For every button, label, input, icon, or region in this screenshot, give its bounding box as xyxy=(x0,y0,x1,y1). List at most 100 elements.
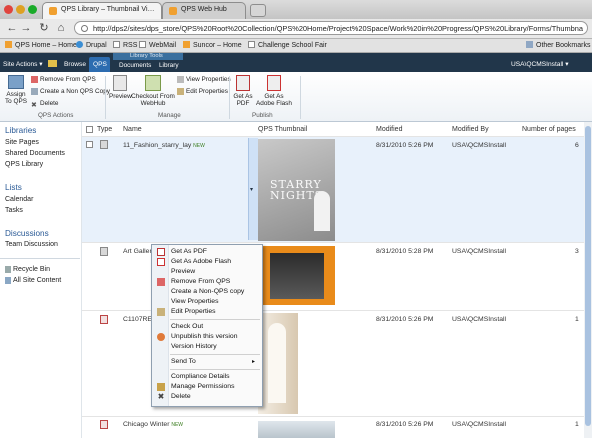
menu-item-unpublish-version[interactable]: Unpublish this version xyxy=(152,332,262,342)
row-name-link[interactable]: Chicago Winter NEW xyxy=(123,421,183,428)
bookmark-suncor[interactable]: Suncor – Home xyxy=(183,41,242,49)
row-name-link[interactable]: 11_Fashion_starry_lay NEW xyxy=(123,142,205,149)
nav-recycle-bin[interactable]: Recycle Bin xyxy=(5,266,50,273)
menu-item-version-history[interactable]: Version History xyxy=(152,342,262,352)
group-label-qps-actions: QPS Actions xyxy=(38,112,74,119)
menu-item-create-non-qps-copy[interactable]: Create a Non-QPS copy xyxy=(152,287,262,297)
assign-icon xyxy=(8,75,24,89)
libraries-heading[interactable]: Libraries xyxy=(5,126,36,135)
nav-shared-documents[interactable]: Shared Documents xyxy=(5,150,65,157)
remove-icon xyxy=(31,76,38,83)
home-icon[interactable]: ⌂ xyxy=(55,22,67,34)
menu-item-preview[interactable]: Preview xyxy=(152,267,262,277)
document-type-icon xyxy=(100,247,108,256)
tab-library[interactable]: Library xyxy=(159,62,179,69)
assign-to-qps-button[interactable]: Assign To QPS xyxy=(3,75,29,105)
nav-calendar[interactable]: Calendar xyxy=(5,196,33,203)
vertical-scrollbar[interactable] xyxy=(584,122,592,438)
bookmark-webmail[interactable]: WebMail xyxy=(139,41,176,49)
tab-documents[interactable]: Documents xyxy=(119,62,151,69)
get-as-pdf-button[interactable]: Get As PDF xyxy=(232,75,254,107)
qps-thumbnail-image[interactable] xyxy=(258,421,335,438)
recycle-bin-icon xyxy=(5,266,11,273)
qps-favicon-icon xyxy=(49,7,57,15)
zoom-window-icon[interactable] xyxy=(28,5,37,14)
menu-item-send-to[interactable]: Send To ▸ xyxy=(152,357,262,367)
menu-item-compliance-details[interactable]: Compliance Details xyxy=(152,372,262,382)
scrollbar-thumb[interactable] xyxy=(585,126,591,426)
row-pages: 1 xyxy=(575,316,579,323)
column-header-pages[interactable]: Number of pages xyxy=(522,126,576,133)
copy-icon xyxy=(31,88,38,95)
browser-tab-active[interactable]: QPS Library – Thumbnail Vi… xyxy=(42,2,162,19)
qps-favicon-icon xyxy=(169,7,177,15)
new-tab-button[interactable] xyxy=(250,4,266,17)
user-menu[interactable]: USA\QCMSInstall ▾ xyxy=(511,60,569,68)
remove-icon xyxy=(157,278,165,286)
delete-button[interactable]: ✖ Delete xyxy=(31,100,58,109)
row-modified-by[interactable]: USA\QCMSInstall xyxy=(452,248,506,255)
nav-team-discussion[interactable]: Team Discussion xyxy=(5,241,58,248)
tab-qps[interactable]: QPS xyxy=(89,57,110,72)
tab-browse[interactable]: Browse xyxy=(64,61,86,68)
back-arrow-icon[interactable]: ← xyxy=(6,22,18,34)
site-actions-menu[interactable]: Site Actions ▾ xyxy=(3,60,43,68)
preview-button[interactable]: Preview xyxy=(109,75,132,100)
qps-thumbnail-image[interactable] xyxy=(258,313,298,414)
pdf-icon xyxy=(157,248,165,256)
nav-site-pages[interactable]: Site Pages xyxy=(5,139,39,146)
menu-item-get-as-pdf[interactable]: Get As PDF xyxy=(152,247,262,257)
menu-item-edit-properties[interactable]: Edit Properties xyxy=(152,307,262,317)
item-context-menu: Get As PDF Get As Adobe Flash Preview Re… xyxy=(151,244,263,407)
get-as-adobe-flash-button[interactable]: Get As Adobe Flash xyxy=(255,75,293,107)
row-modified-by[interactable]: USA\QCMSInstall xyxy=(452,142,506,149)
discussions-heading[interactable]: Discussions xyxy=(5,229,49,238)
other-bookmarks[interactable]: Other Bookmarks xyxy=(526,41,590,49)
browser-tab-inactive[interactable]: QPS Web Hub xyxy=(162,2,246,19)
minimize-window-icon[interactable] xyxy=(16,5,25,14)
menu-item-delete[interactable]: ✖ Delete xyxy=(152,392,262,402)
column-header-type[interactable]: Type xyxy=(97,126,112,133)
remove-from-qps-button[interactable]: Remove From QPS xyxy=(31,76,96,83)
menu-item-get-as-adobe-flash[interactable]: Get As Adobe Flash xyxy=(152,257,262,267)
close-window-icon[interactable] xyxy=(4,5,13,14)
bookmark-drupal[interactable]: Drupal xyxy=(76,41,107,49)
row-modified-by[interactable]: USA\QCMSInstall xyxy=(452,421,506,428)
reload-icon[interactable]: ↻ xyxy=(38,22,50,34)
delete-icon: ✖ xyxy=(157,392,165,401)
nav-qps-library[interactable]: QPS Library xyxy=(5,161,43,168)
edit-control-block[interactable]: ▾ xyxy=(248,138,258,240)
edit-properties-button[interactable]: Edit Properties xyxy=(177,88,228,95)
qps-thumbnail-image[interactable] xyxy=(258,246,335,305)
bookmark-rss[interactable]: RSS xyxy=(113,41,137,49)
thumbnail-arch xyxy=(268,323,286,403)
checkout-from-webhub-button[interactable]: Checkout From WebHub xyxy=(131,75,175,107)
globe-icon xyxy=(81,25,88,32)
create-non-qps-copy-button[interactable]: Create a Non QPS Copy xyxy=(31,88,110,95)
menu-item-manage-permissions[interactable]: Manage Permissions xyxy=(152,382,262,392)
bookmark-challenge-school-fair[interactable]: Challenge School Fair xyxy=(248,41,327,49)
ribbon-separator xyxy=(229,76,230,119)
browser-toolbar: ← → ↻ ⌂ http://dps2/sites/dps_store/QPS%… xyxy=(0,19,592,39)
page-icon xyxy=(248,41,255,48)
row-modified-by[interactable]: USA\QCMSInstall xyxy=(452,316,506,323)
column-header-modified-by[interactable]: Modified By xyxy=(452,126,489,133)
menu-item-remove-from-qps[interactable]: Remove From QPS xyxy=(152,277,262,287)
edit-icon xyxy=(177,88,184,95)
column-header-modified[interactable]: Modified xyxy=(376,126,402,133)
navigate-up-icon[interactable] xyxy=(48,60,57,67)
menu-item-check-out[interactable]: Check Out xyxy=(152,322,262,332)
nav-all-site-content[interactable]: All Site Content xyxy=(5,277,61,284)
bookmark-qps-home[interactable]: QPS Home – Home xyxy=(5,41,77,49)
menu-item-view-properties[interactable]: View Properties xyxy=(152,297,262,307)
forward-arrow-icon[interactable]: → xyxy=(20,22,32,34)
column-header-name[interactable]: Name xyxy=(123,126,142,133)
select-all-checkbox[interactable] xyxy=(86,126,93,133)
address-bar[interactable]: http://dps2/sites/dps_store/QPS%20Root%2… xyxy=(74,21,588,35)
column-header-thumbnail[interactable]: QPS Thumbnail xyxy=(258,126,307,133)
nav-tasks[interactable]: Tasks xyxy=(5,207,23,214)
row-checkbox[interactable] xyxy=(86,141,93,148)
lists-heading[interactable]: Lists xyxy=(5,183,22,192)
qps-thumbnail-image[interactable]: STARRY NIGHTS xyxy=(258,139,335,241)
view-properties-button[interactable]: View Properties xyxy=(177,76,231,83)
